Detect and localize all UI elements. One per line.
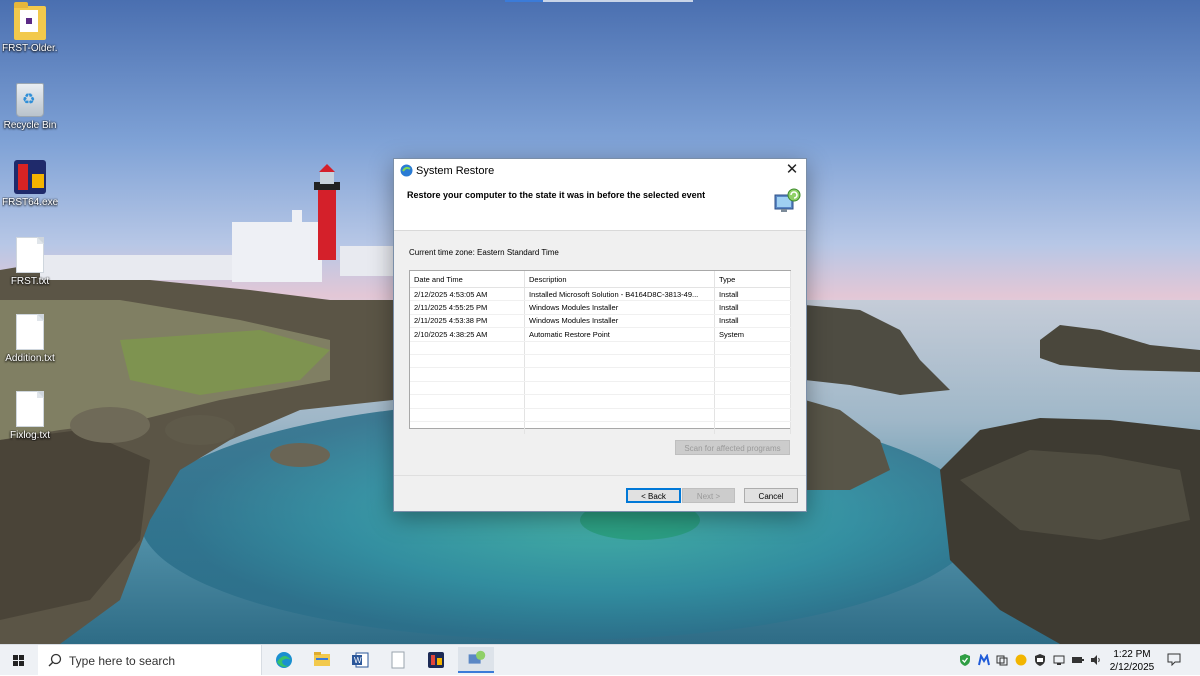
network-icon[interactable] [1053,654,1065,666]
frst-icon [428,652,444,668]
file-explorer-icon [314,652,330,666]
desktop-icon-frst64[interactable]: FRST64.exe [2,160,58,208]
cell-date: 2/11/2025 4:55:25 PM [410,300,525,315]
table-header-row: Date and Time ˇ Description Type [410,271,791,288]
dialog-header: Restore your computer to the state it wa… [394,183,806,231]
taskbar-clock[interactable]: 1:22 PM 2/12/2025 [1100,648,1164,674]
battery-icon[interactable] [1072,654,1084,666]
cell-description: Windows Modules Installer [524,314,715,329]
column-header-description[interactable]: Description [524,271,715,288]
timezone-label: Current time zone: Eastern Standard Time [409,248,559,257]
window-edge-accent [505,0,543,2]
cell-description: Automatic Restore Point [524,327,715,342]
cancel-button[interactable]: Cancel [744,488,798,503]
table-row[interactable]: 2/11/2025 4:53:38 PM Windows Modules Ins… [410,314,791,329]
clock-time: 1:22 PM [1113,649,1151,660]
taskbar-frst[interactable] [418,647,454,673]
update-icon[interactable] [1015,654,1027,666]
desktop-icon-fixlog-txt[interactable]: Fixlog.txt [2,391,58,441]
text-file-icon [16,391,44,427]
search-icon [48,653,62,667]
notifications-icon[interactable] [1167,653,1181,666]
desktop-icon-label: FRST.txt [10,276,50,287]
window-edge-strip [543,0,693,2]
cell-date: 2/12/2025 4:53:05 AM [410,287,525,302]
column-header-label: Date and Time [414,274,463,284]
empty-row [410,408,791,422]
folder-icon [14,2,46,40]
word-icon: W [352,652,369,668]
restore-points-table: Date and Time ˇ Description Type 2/12/202… [410,271,791,436]
table-row[interactable]: 2/10/2025 4:38:25 AM Automatic Restore P… [410,327,791,342]
taskbar-notepad[interactable] [380,647,416,673]
system-restore-icon [400,164,413,177]
taskbar-system-restore[interactable] [458,647,494,673]
taskbar: Type here to search W 1:22 PM 2/12/2025 [0,644,1200,675]
edge-icon [276,652,292,668]
desktop-icon-label: FRST-Older... [2,43,58,54]
back-button[interactable]: < Back [626,488,681,503]
empty-row [410,421,791,436]
column-header-type[interactable]: Type [714,271,791,288]
cell-description: Windows Modules Installer [524,300,715,315]
text-file-icon [16,237,44,273]
empty-row [410,394,791,409]
tray-app-icon[interactable] [996,654,1008,666]
taskbar-file-explorer[interactable] [304,647,340,673]
restore-computer-icon [774,188,801,212]
dialog-title: System Restore [416,165,495,177]
table-row[interactable]: 2/12/2025 4:53:05 AM Installed Microsoft… [410,287,791,302]
empty-row [410,381,791,396]
close-icon[interactable]: ✕ [778,159,806,183]
start-button[interactable] [0,645,38,675]
desktop-icon-label: Addition.txt [5,353,55,364]
empty-row [410,341,791,355]
desktop-icon-addition-txt[interactable]: Addition.txt [2,314,58,364]
desktop-icon-label: FRST64.exe [2,197,58,208]
cell-date: 2/10/2025 4:38:25 AM [410,327,525,342]
cell-date: 2/11/2025 4:53:38 PM [410,314,525,329]
desktop-icon-frst-txt[interactable]: FRST.txt [2,237,58,287]
taskbar-edge[interactable] [266,647,302,673]
desktop-icon-frst-older[interactable]: FRST-Older... [2,2,58,54]
security-shield-icon[interactable] [1034,654,1046,666]
text-file-icon [16,314,44,350]
system-restore-dialog: System Restore ✕ Restore your computer t… [393,158,807,512]
desktop-icon-recycle-bin[interactable]: Recycle Bin [2,83,58,131]
cell-type: Install [714,287,791,302]
table-row[interactable]: 2/11/2025 4:55:25 PM Windows Modules Ins… [410,300,791,315]
cell-type: Install [714,300,791,315]
taskbar-search-box[interactable]: Type here to search [38,645,262,675]
empty-row [410,367,791,382]
svg-text:W: W [354,656,362,665]
sort-indicator-icon: ˇ [462,271,465,276]
frst-app-icon [14,160,46,194]
restore-points-list[interactable]: Date and Time ˇ Description Type 2/12/202… [409,270,791,436]
recycle-bin-icon [16,83,44,117]
windows-logo-icon [13,655,24,666]
search-placeholder: Type here to search [69,654,176,668]
scan-affected-programs-button[interactable]: Scan for affected programs [675,440,790,455]
system-restore-icon [468,650,486,664]
next-button[interactable]: Next > [682,488,735,503]
footer-divider [394,475,806,476]
shield-check-icon[interactable] [959,654,971,666]
cell-description: Installed Microsoft Solution - B4164D8C-… [524,287,715,302]
clock-date: 2/12/2025 [1109,662,1155,673]
malwarebytes-icon[interactable] [978,654,990,666]
column-header-date[interactable]: Date and Time ˇ [410,271,525,288]
cell-type: System [714,327,791,342]
desktop-icon-label: Fixlog.txt [9,430,50,441]
cell-type: Install [714,314,791,329]
taskbar-word[interactable]: W [342,647,378,673]
desktop-icon-label: Recycle Bin [3,120,57,131]
dialog-heading: Restore your computer to the state it wa… [407,190,706,200]
empty-row [410,354,791,369]
dialog-titlebar[interactable]: System Restore ✕ [394,159,806,183]
notepad-icon [391,651,405,669]
